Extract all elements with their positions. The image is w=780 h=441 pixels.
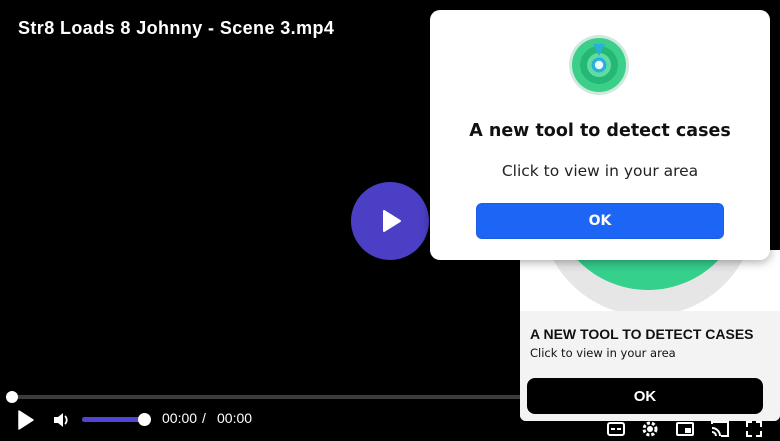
ad-card[interactable]: A NEW TOOL TO DETECT CASES Click to view…: [520, 250, 780, 421]
picture-in-picture-icon: [676, 421, 694, 436]
popup-ok-button[interactable]: OK: [476, 203, 724, 239]
play-button[interactable]: [14, 408, 38, 432]
notification-popup: A new tool to detect cases Click to view…: [430, 10, 770, 260]
fullscreen-icon: [746, 420, 762, 437]
volume-slider-fill: [82, 417, 144, 422]
duration: 00:00: [217, 410, 253, 426]
gear-icon: [642, 421, 658, 436]
video-title: Str8 Loads 8 Johnny - Scene 3.mp4: [18, 18, 335, 38]
volume-icon: [54, 413, 68, 427]
cast-icon: [711, 420, 729, 437]
mute-button[interactable]: [50, 409, 74, 431]
volume-slider-thumb[interactable]: [138, 413, 151, 426]
seek-bar-thumb[interactable]: [6, 391, 18, 403]
popup-title: A new tool to detect cases: [469, 121, 731, 141]
ad-subline: Click to view in your area: [530, 346, 676, 360]
play-icon: [383, 210, 401, 232]
play-icon: [18, 410, 34, 430]
location-target-icon: [569, 35, 629, 95]
time-separator: /: [202, 410, 206, 426]
ad-text-area: A NEW TOOL TO DETECT CASES Click to view…: [520, 311, 780, 421]
popup-subtitle: Click to view in your area: [501, 162, 699, 180]
big-play-button[interactable]: [351, 182, 429, 260]
captions-icon: [607, 421, 625, 436]
ad-headline: A NEW TOOL TO DETECT CASES: [530, 326, 754, 342]
current-time: 00:00: [162, 410, 198, 426]
volume-slider[interactable]: [82, 413, 151, 426]
ad-ok-button[interactable]: OK: [527, 378, 763, 414]
